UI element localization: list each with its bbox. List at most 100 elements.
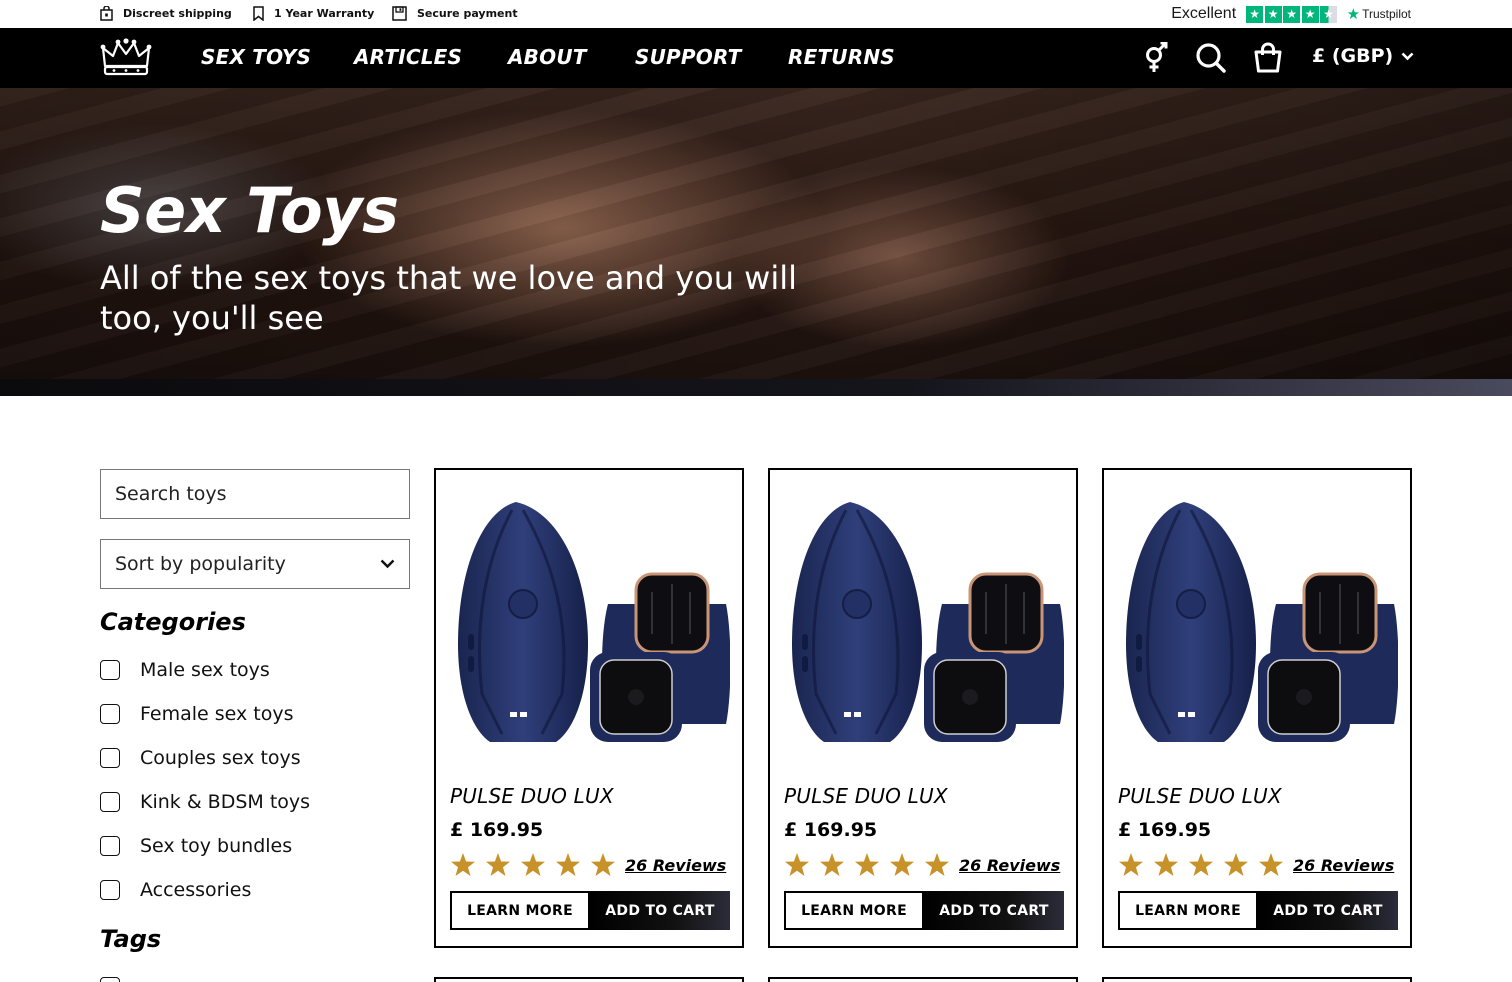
category-couples-sex-toys[interactable]: Couples sex toys bbox=[100, 747, 301, 769]
trustpilot-star-icon: ★ bbox=[1264, 5, 1282, 23]
category-accessories[interactable]: Accessories bbox=[100, 879, 251, 901]
reviews-link[interactable]: 26 Reviews bbox=[1293, 856, 1394, 875]
category-female-sex-toys[interactable]: Female sex toys bbox=[100, 703, 294, 725]
trustpilot-half-star-icon: ★ bbox=[1320, 5, 1338, 23]
currency-label: £ (GBP) bbox=[1312, 45, 1394, 67]
usp-secure-payment: Secure payment bbox=[392, 6, 518, 21]
nav-sex-toys[interactable]: SEX TOYS bbox=[201, 45, 311, 69]
bookmark-icon bbox=[253, 6, 264, 21]
rating-stars: 26 Reviews bbox=[450, 852, 726, 878]
rating-stars: 26 Reviews bbox=[1118, 852, 1394, 878]
usp-label: Secure payment bbox=[417, 7, 518, 20]
add-to-cart-button[interactable]: ADD TO CART bbox=[590, 891, 730, 930]
checkbox[interactable] bbox=[100, 704, 120, 724]
shopping-bag-icon[interactable] bbox=[1253, 42, 1283, 74]
star-icon bbox=[521, 853, 545, 876]
checkbox[interactable] bbox=[100, 977, 120, 982]
reviews-link[interactable]: 26 Reviews bbox=[959, 856, 1060, 875]
floppy-disk-icon bbox=[392, 6, 407, 21]
product-image[interactable] bbox=[1118, 484, 1398, 764]
star-icon bbox=[925, 853, 949, 876]
trustpilot-star-icon: ★ bbox=[1283, 5, 1301, 23]
reviews-link[interactable]: 26 Reviews bbox=[625, 856, 726, 875]
star-icon bbox=[820, 853, 844, 876]
product-price: £ 169.95 bbox=[450, 819, 544, 841]
learn-more-button[interactable]: LEARN MORE bbox=[450, 891, 590, 930]
rating-stars: 26 Reviews bbox=[784, 852, 1060, 878]
trustpilot-logo: ★ Trustpilot bbox=[1347, 5, 1411, 23]
product-image[interactable] bbox=[450, 484, 730, 764]
category-label: Accessories bbox=[140, 879, 252, 901]
hero-bottom-band bbox=[0, 379, 1512, 396]
star-icon bbox=[890, 853, 914, 876]
nav-articles[interactable]: ARTICLES bbox=[354, 45, 462, 69]
category-label: Sex toy bundles bbox=[140, 835, 293, 857]
currency-selector[interactable]: £ (GBP) bbox=[1312, 45, 1414, 67]
nav-about[interactable]: ABOUT bbox=[508, 45, 587, 69]
trustpilot-widget[interactable]: Excellent ★ ★ ★ ★ ★ ★ Trustpilot bbox=[1171, 5, 1411, 23]
category-label: Couples sex toys bbox=[140, 747, 301, 769]
chevron-down-icon bbox=[380, 559, 395, 569]
chevron-down-icon bbox=[1401, 52, 1414, 60]
usp-warranty: 1 Year Warranty bbox=[253, 6, 374, 21]
category-kink-bdsm-toys[interactable]: Kink & BDSM toys bbox=[100, 791, 310, 813]
usp-label: 1 Year Warranty bbox=[274, 7, 375, 20]
star-icon bbox=[1259, 853, 1283, 876]
product-card bbox=[1102, 977, 1412, 982]
search-toys-field[interactable] bbox=[100, 469, 410, 519]
star-icon bbox=[591, 853, 615, 876]
category-label: Female sex toys bbox=[140, 703, 294, 725]
nav-returns[interactable]: RETURNS bbox=[788, 45, 895, 69]
gender-icon[interactable] bbox=[1142, 42, 1170, 74]
product-name[interactable]: PULSE DUO LUX bbox=[450, 784, 614, 808]
trustpilot-brand: Trustpilot bbox=[1362, 7, 1411, 21]
tags-heading: Tags bbox=[100, 925, 162, 953]
trustpilot-stars: ★ ★ ★ ★ ★ bbox=[1246, 5, 1339, 23]
hero-banner: Sex Toys All of the sex toys that we lov… bbox=[0, 88, 1512, 379]
category-male-sex-toys[interactable]: Male sex toys bbox=[100, 659, 270, 681]
trustpilot-star-logo-icon: ★ bbox=[1346, 6, 1361, 23]
product-card bbox=[434, 977, 744, 982]
category-sex-toy-bundles[interactable]: Sex toy bundles bbox=[100, 835, 292, 857]
product-card: PULSE DUO LUX £ 169.95 26 Reviews LEARN … bbox=[768, 468, 1078, 948]
checkbox[interactable] bbox=[100, 792, 120, 812]
usp-discreet-shipping: Discreet shipping bbox=[100, 6, 232, 21]
add-to-cart-button[interactable]: ADD TO CART bbox=[924, 891, 1064, 930]
product-price: £ 169.95 bbox=[784, 819, 878, 841]
trustpilot-star-icon: ★ bbox=[1301, 5, 1319, 23]
product-name[interactable]: PULSE DUO LUX bbox=[784, 784, 948, 808]
product-card: PULSE DUO LUX £ 169.95 26 Reviews LEARN … bbox=[434, 468, 744, 948]
learn-more-button[interactable]: LEARN MORE bbox=[784, 891, 924, 930]
star-icon bbox=[855, 853, 879, 876]
category-label: Male sex toys bbox=[140, 659, 270, 681]
star-icon bbox=[1154, 853, 1178, 876]
star-icon bbox=[1224, 853, 1248, 876]
star-icon bbox=[785, 853, 809, 876]
categories-heading: Categories bbox=[100, 608, 246, 636]
checkbox[interactable] bbox=[100, 660, 120, 680]
add-to-cart-button[interactable]: ADD TO CART bbox=[1258, 891, 1398, 930]
search-icon[interactable] bbox=[1195, 42, 1227, 74]
hero-subtitle: All of the sex toys that we love and you… bbox=[100, 259, 797, 337]
learn-more-button[interactable]: LEARN MORE bbox=[1118, 891, 1258, 930]
page-title: Sex Toys bbox=[100, 174, 399, 247]
product-image[interactable] bbox=[784, 484, 1064, 764]
sort-select[interactable]: Sort by popularity bbox=[100, 539, 410, 589]
search-input[interactable] bbox=[115, 483, 395, 505]
usp-label: Discreet shipping bbox=[123, 7, 232, 20]
star-icon bbox=[486, 853, 510, 876]
trustpilot-rating-text: Excellent bbox=[1171, 5, 1237, 22]
nav-support[interactable]: SUPPORT bbox=[635, 45, 742, 69]
bag-lock-icon bbox=[100, 6, 113, 21]
product-card: PULSE DUO LUX £ 169.95 26 Reviews LEARN … bbox=[1102, 468, 1412, 948]
checkbox[interactable] bbox=[100, 836, 120, 856]
product-name[interactable]: PULSE DUO LUX bbox=[1118, 784, 1282, 808]
star-icon bbox=[1189, 853, 1213, 876]
trustpilot-star-icon: ★ bbox=[1246, 5, 1264, 23]
product-price: £ 169.95 bbox=[1118, 819, 1212, 841]
crown-logo-icon[interactable] bbox=[100, 38, 152, 78]
star-icon bbox=[556, 853, 580, 876]
checkbox[interactable] bbox=[100, 748, 120, 768]
checkbox[interactable] bbox=[100, 880, 120, 900]
star-icon bbox=[451, 853, 475, 876]
